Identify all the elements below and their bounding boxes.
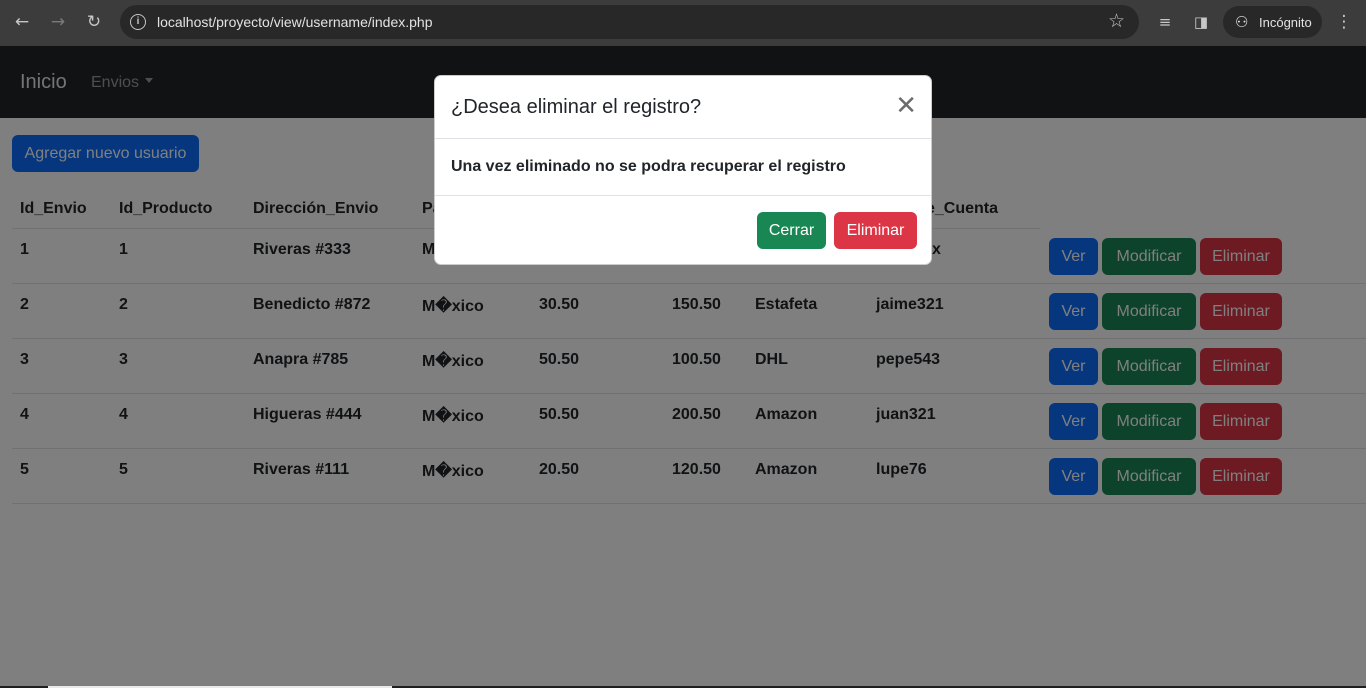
modal-footer-divider — [435, 195, 931, 196]
browser-toolbar: ← → ↻ i localhost/proyecto/view/username… — [0, 0, 1366, 46]
modal-title: ¿Desea eliminar el registro? — [451, 96, 702, 118]
incognito-label: Incógnito — [1259, 15, 1312, 30]
modal-header-divider — [435, 138, 931, 139]
back-arrow-icon[interactable]: ← — [11, 11, 33, 33]
modal-delete-button[interactable]: Eliminar — [834, 212, 917, 249]
bookmark-star-icon[interactable]: ☆ — [1108, 10, 1125, 32]
side-panel-icon[interactable]: ◨ — [1190, 11, 1212, 33]
incognito-badge[interactable]: ⚇ Incógnito — [1223, 6, 1322, 38]
address-bar[interactable]: i localhost/proyecto/view/username/index… — [120, 5, 1139, 39]
modal-body-text: Una vez eliminado no se podra recuperar … — [451, 158, 846, 175]
browser-menu-icon[interactable]: ⋮ — [1333, 11, 1355, 33]
site-info-icon[interactable]: i — [130, 14, 146, 30]
reload-icon[interactable]: ↻ — [83, 11, 105, 33]
delete-confirm-modal: ¿Desea eliminar el registro? ✕ Una vez e… — [434, 75, 932, 265]
media-control-icon[interactable]: ≡ — [1154, 11, 1176, 33]
url-text[interactable]: localhost/proyecto/view/username/index.p… — [157, 14, 433, 30]
modal-close-button[interactable]: Cerrar — [757, 212, 826, 249]
forward-arrow-icon[interactable]: → — [47, 11, 69, 33]
incognito-icon: ⚇ — [1235, 13, 1249, 31]
close-icon[interactable]: ✕ — [895, 93, 917, 119]
